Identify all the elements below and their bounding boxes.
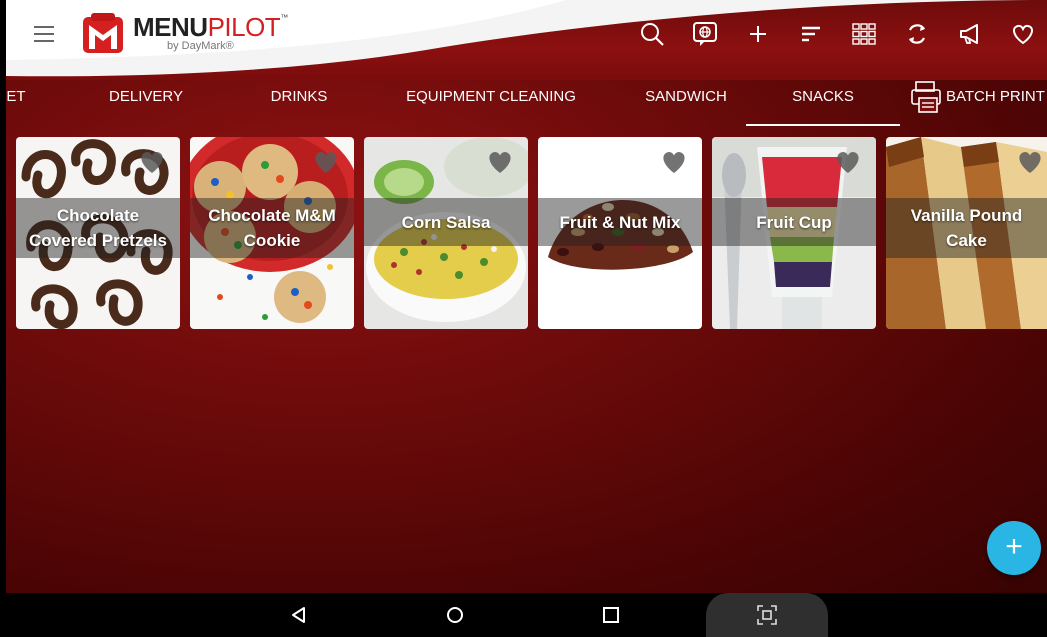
- item-label-band: Fruit Cup: [712, 198, 876, 246]
- translate-icon[interactable]: [689, 18, 721, 50]
- logo-tm: ™: [280, 13, 289, 22]
- item-card-vanilla-pound-cake[interactable]: Vanilla Pound Cake: [886, 137, 1047, 329]
- item-name-line2: Cookie: [243, 231, 301, 250]
- item-name-line1: Chocolate: [56, 206, 140, 225]
- recents-icon[interactable]: [597, 601, 625, 629]
- tab-et[interactable]: ET: [6, 80, 36, 126]
- back-icon[interactable]: [285, 601, 313, 629]
- android-nav-bar: [0, 593, 1047, 637]
- sync-icon[interactable]: [901, 18, 933, 50]
- tab-equipment-cleaning[interactable]: EQUIPMENT CLEANING: [391, 80, 591, 126]
- item-name-line2: Cake: [946, 231, 987, 250]
- item-label-band: Fruit & Nut Mix: [538, 198, 702, 246]
- sort-icon[interactable]: [795, 18, 827, 50]
- screenshot-icon: [757, 605, 777, 625]
- item-card-fruit-nut-mix[interactable]: Fruit & Nut Mix: [538, 137, 702, 329]
- item-name: Fruit & Nut Mix: [559, 212, 681, 232]
- favorite-heart-icon[interactable]: [486, 149, 514, 175]
- header-bar: MENUPILOT™ by DayMark®: [6, 0, 1047, 80]
- category-tabs: ET DELIVERY DRINKS EQUIPMENT CLEANING SA…: [6, 80, 1047, 126]
- toolbar: [636, 18, 1047, 50]
- tab-batch-print[interactable]: BATCH PRINT: [910, 80, 1047, 126]
- item-label-band: Corn Salsa: [364, 198, 528, 246]
- item-card-chocolate-mm-cookie[interactable]: Chocolate M&M Cookie: [190, 137, 354, 329]
- favorite-heart-icon[interactable]: [138, 149, 166, 175]
- tab-snacks[interactable]: SNACKS: [746, 80, 900, 126]
- logo-pilot-text: PILOT: [207, 12, 281, 42]
- logo-byline: by DayMark®: [167, 40, 234, 52]
- home-icon[interactable]: [441, 601, 469, 629]
- favorite-icon[interactable]: [1007, 18, 1039, 50]
- tab-sandwich[interactable]: SANDWICH: [628, 80, 744, 126]
- item-name-line2: Covered Pretzels: [29, 231, 167, 250]
- item-card-fruit-cup[interactable]: Fruit Cup: [712, 137, 876, 329]
- item-label-band: Vanilla Pound Cake: [886, 198, 1047, 258]
- app-screen: MENUPILOT™ by DayMark® ET DELIVERY DRINK…: [6, 0, 1047, 593]
- logo-mark-icon: [81, 11, 125, 55]
- menupilot-logo[interactable]: MENUPILOT™ by DayMark®: [81, 8, 288, 58]
- tab-batch-print-label: BATCH PRINT: [946, 88, 1045, 105]
- item-name-line1: Chocolate M&M: [208, 206, 336, 225]
- tab-drinks[interactable]: DRINKS: [254, 80, 344, 126]
- item-name: Corn Salsa: [401, 212, 491, 232]
- logo-wordmark: MENUPILOT™ by DayMark®: [133, 14, 288, 52]
- menu-icon[interactable]: [34, 26, 54, 42]
- grid-icon[interactable]: [848, 18, 880, 50]
- item-card-chocolate-covered-pretzels[interactable]: Chocolate Covered Pretzels: [16, 137, 180, 329]
- printer-icon: [911, 81, 941, 113]
- item-name: Chocolate Covered Pretzels: [25, 203, 171, 253]
- item-name: Chocolate M&M Cookie: [204, 203, 340, 253]
- item-name: Fruit Cup: [756, 212, 832, 232]
- announcement-icon[interactable]: [954, 18, 986, 50]
- item-label-band: Chocolate M&M Cookie: [190, 198, 354, 258]
- screenshot-button[interactable]: [706, 593, 828, 637]
- tab-delivery[interactable]: DELIVERY: [90, 80, 202, 126]
- favorite-heart-icon[interactable]: [312, 149, 340, 175]
- logo-menu-text: MENU: [133, 12, 208, 42]
- favorite-heart-icon[interactable]: [834, 149, 862, 175]
- item-name-line1: Vanilla Pound: [910, 206, 1023, 225]
- search-icon[interactable]: [636, 18, 668, 50]
- add-icon[interactable]: [742, 18, 774, 50]
- item-card-corn-salsa[interactable]: Corn Salsa: [364, 137, 528, 329]
- item-label-band: Chocolate Covered Pretzels: [16, 198, 180, 258]
- favorite-heart-icon[interactable]: [660, 149, 688, 175]
- item-name: Vanilla Pound Cake: [907, 203, 1026, 253]
- favorite-heart-icon[interactable]: [1016, 149, 1044, 175]
- add-item-fab[interactable]: +: [987, 521, 1041, 575]
